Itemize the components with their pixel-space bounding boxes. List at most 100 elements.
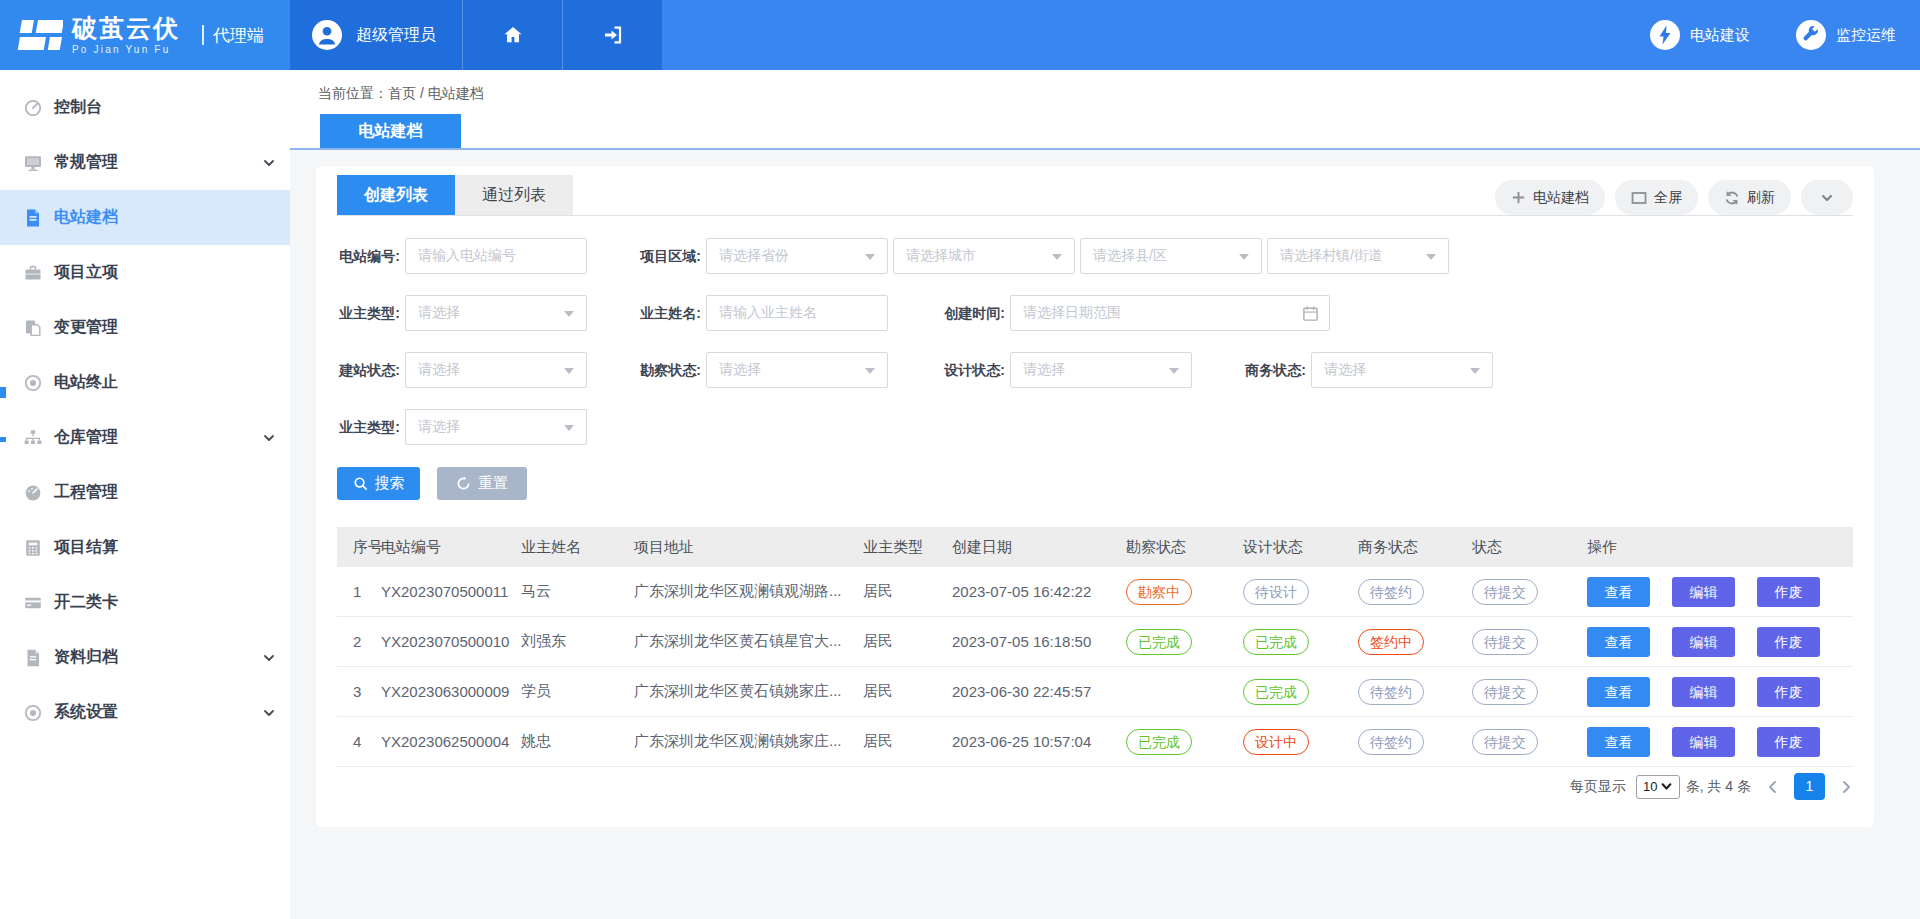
fullscreen-icon: [1631, 190, 1647, 206]
sidebar-item-11[interactable]: 资料归档: [0, 630, 290, 685]
prev-page-button[interactable]: [1766, 780, 1780, 794]
design-status-select[interactable]: 请选择: [1010, 352, 1192, 388]
status-badge: 已完成: [1126, 629, 1192, 655]
per-page-select[interactable]: 10: [1636, 775, 1680, 799]
sidebar-item-label: 项目立项: [54, 262, 118, 283]
view-button[interactable]: 查看: [1587, 677, 1650, 707]
scrollbar-mark[interactable]: [0, 437, 6, 442]
void-button[interactable]: 作废: [1757, 577, 1820, 607]
table-cell: 2023-07-05 16:18:50: [952, 633, 1126, 650]
filter-label: 建站状态:: [337, 352, 405, 388]
status-badge: 已完成: [1243, 679, 1309, 705]
panel-tab-1[interactable]: 创建列表: [337, 175, 455, 215]
quick-link-label: 监控运维: [1836, 26, 1896, 45]
town-select[interactable]: 请选择村镇/街道: [1267, 238, 1449, 274]
sidebar-item-1[interactable]: 控制台: [0, 80, 290, 135]
panel-action-label: 刷新: [1747, 189, 1775, 207]
sidebar-item-label: 资料归档: [54, 647, 118, 668]
station-code-input[interactable]: 请输入电站编号: [405, 238, 587, 274]
quick-link-2[interactable]: 监控运维: [1796, 20, 1896, 50]
sidebar-item-10[interactable]: 开二类卡: [0, 575, 290, 630]
logout-button[interactable]: [562, 0, 662, 70]
edit-button[interactable]: 编辑: [1672, 577, 1735, 607]
calculator-icon: [23, 538, 43, 558]
panel-action-2[interactable]: 全屏: [1615, 180, 1698, 215]
chevron-down-icon: [1820, 191, 1834, 205]
breadcrumb: 当前位置：首页 / 电站建档: [318, 85, 484, 103]
placeholder-text: 请选择日期范围: [1023, 304, 1121, 322]
owner-name-input[interactable]: 请输入业主姓名: [706, 295, 888, 331]
sidebar-item-9[interactable]: 项目结算: [0, 520, 290, 575]
table-cell: 马云: [521, 582, 634, 601]
sidebar-item-8[interactable]: 工程管理: [0, 465, 290, 520]
owner-type2-select[interactable]: 请选择: [405, 409, 587, 445]
breadcrumb-current[interactable]: 电站建档: [428, 85, 484, 101]
search-button[interactable]: 搜索: [337, 467, 420, 500]
caret-down-icon: [564, 311, 574, 317]
survey-status-select[interactable]: 请选择: [706, 352, 888, 388]
sidebar-item-4[interactable]: 项目立项: [0, 245, 290, 300]
survey-status-cell: 已完成: [1126, 729, 1243, 755]
panel-action-3[interactable]: 刷新: [1708, 180, 1791, 215]
sidebar-item-5[interactable]: 变更管理: [0, 300, 290, 355]
chevron-down-icon: [263, 432, 275, 444]
owner-type-select[interactable]: 请选择: [405, 295, 587, 331]
header-spacer: [662, 0, 1650, 70]
sidebar-item-label: 工程管理: [54, 482, 118, 503]
panel-action-1[interactable]: 电站建档: [1495, 180, 1605, 215]
sidebar-item-2[interactable]: 常规管理: [0, 135, 290, 190]
next-page-button[interactable]: [1839, 780, 1853, 794]
logout-icon: [601, 23, 625, 47]
reset-button[interactable]: 重置: [437, 467, 527, 500]
view-button[interactable]: 查看: [1587, 627, 1650, 657]
business-status-cell: 待签约: [1358, 579, 1472, 605]
edit-button[interactable]: 编辑: [1672, 727, 1735, 757]
home-button[interactable]: [462, 0, 562, 70]
refresh-icon: [1724, 190, 1740, 206]
quick-link-1[interactable]: 电站建设: [1650, 20, 1750, 50]
void-button[interactable]: 作废: [1757, 727, 1820, 757]
view-button[interactable]: 查看: [1587, 727, 1650, 757]
placeholder-text: 请选择省份: [719, 247, 789, 265]
table-cell: 广东深圳龙华区黄石镇姚家庄...: [634, 682, 863, 701]
business-status-select[interactable]: 请选择: [1311, 352, 1493, 388]
page-number[interactable]: 1: [1794, 773, 1825, 800]
sidebar-item-label: 电站建档: [54, 207, 118, 228]
sidebar-item-label: 仓库管理: [54, 427, 118, 448]
caret-down-icon: [1470, 368, 1480, 374]
panel-action-4[interactable]: [1801, 180, 1853, 215]
column-header: 设计状态: [1243, 527, 1358, 567]
void-button[interactable]: 作废: [1757, 627, 1820, 657]
table-row: 1YX2023070500011马云广东深圳龙华区观澜镇观湖路...居民2023…: [337, 567, 1853, 617]
page-tab[interactable]: 电站建档: [320, 114, 461, 148]
logo-icon: [17, 20, 63, 50]
user-section[interactable]: 超级管理员: [290, 0, 462, 70]
sidebar-item-6[interactable]: 电站终止: [0, 355, 290, 410]
sidebar-item-3[interactable]: 电站建档: [0, 190, 290, 245]
void-button[interactable]: 作废: [1757, 677, 1820, 707]
province-select[interactable]: 请选择省份: [706, 238, 888, 274]
sidebar-item-7[interactable]: 仓库管理: [0, 410, 290, 465]
column-header: 业主姓名: [521, 527, 634, 567]
caret-down-icon: [1052, 254, 1062, 260]
sidebar-item-12[interactable]: 系统设置: [0, 685, 290, 740]
sidebar-item-label: 开二类卡: [54, 592, 118, 613]
column-header: 勘察状态: [1126, 527, 1243, 567]
breadcrumb-home[interactable]: 首页: [388, 85, 416, 101]
edit-button[interactable]: 编辑: [1672, 627, 1735, 657]
edit-button[interactable]: 编辑: [1672, 677, 1735, 707]
create-time-input[interactable]: 请选择日期范围: [1010, 295, 1330, 331]
panel-tab-2[interactable]: 通过列表: [455, 175, 573, 215]
panel-actions: 电站建档全屏 刷新: [1495, 180, 1853, 215]
table-row: 3YX2023063000009学员广东深圳龙华区黄石镇姚家庄...居民2023…: [337, 667, 1853, 717]
view-button[interactable]: 查看: [1587, 577, 1650, 607]
build-status-select[interactable]: 请选择: [405, 352, 587, 388]
portal-label: 代理端: [213, 24, 264, 47]
status-badge: 签约中: [1358, 629, 1424, 655]
county-select[interactable]: 请选择县/区: [1080, 238, 1262, 274]
scrollbar-mark[interactable]: [0, 387, 6, 398]
table-cell: 学员: [521, 682, 634, 701]
status-badge: 待设计: [1243, 579, 1309, 605]
city-select[interactable]: 请选择城市: [893, 238, 1075, 274]
caret-down-icon: [1661, 781, 1672, 792]
